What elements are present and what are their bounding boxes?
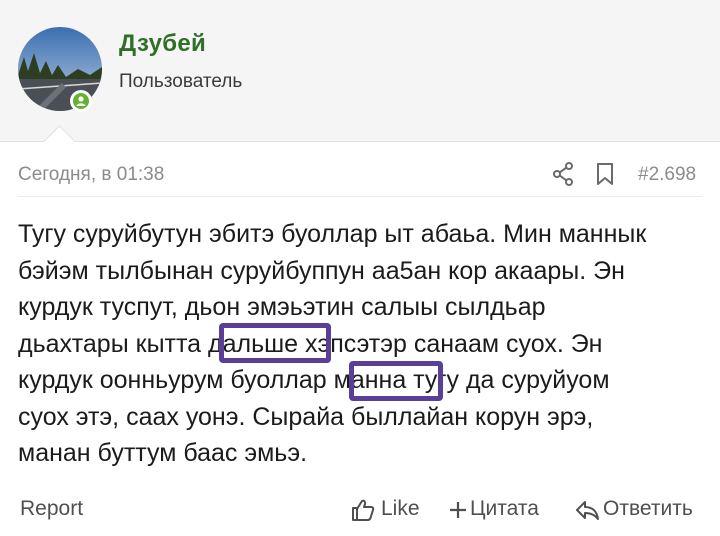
- post-number[interactable]: #2.698: [638, 164, 696, 186]
- thumbs-up-icon[interactable]: [350, 497, 376, 523]
- divider: [18, 196, 702, 197]
- post-line: бэйэм тылбынан суруйбуппун аа5ан кор ака…: [18, 256, 625, 285]
- highlight-box-dalshe: [219, 323, 331, 363]
- post-line: курдук туспут, дьон эмэьэтин салыы сылдь…: [18, 293, 546, 321]
- plus-icon[interactable]: [449, 497, 467, 523]
- bookmark-icon[interactable]: [594, 161, 616, 187]
- like-button[interactable]: Like: [381, 497, 420, 521]
- highlight-box-manna: [349, 361, 443, 401]
- username[interactable]: Дзубей: [119, 30, 206, 58]
- post-timestamp[interactable]: Сегодня, в 01:38: [18, 164, 164, 186]
- header-pointer: [43, 125, 76, 158]
- quote-button[interactable]: Цитата: [470, 497, 539, 521]
- post-line: Тугу суруйбутун эбитэ буоллар ыт абаьа. …: [18, 220, 647, 248]
- post-line: суох этэ, саах уонэ. Сырайа быллайан кор…: [18, 402, 594, 431]
- post-body: Тугу суруйбутун эбитэ буоллар ыт абаьа. …: [18, 216, 708, 472]
- online-status-icon: [70, 90, 92, 112]
- reply-icon[interactable]: [574, 497, 600, 523]
- user-title: Пользователь: [119, 71, 243, 92]
- reply-button[interactable]: Ответить: [603, 497, 693, 521]
- post-line: манан буттум баас эмьэ.: [18, 439, 308, 467]
- report-link[interactable]: Report: [20, 497, 83, 521]
- post-line: дьахтары кытта дальше хэпсэтэр санаам су…: [18, 329, 603, 358]
- post-header: Дзубей Пользователь: [0, 0, 720, 158]
- share-icon[interactable]: [552, 161, 576, 187]
